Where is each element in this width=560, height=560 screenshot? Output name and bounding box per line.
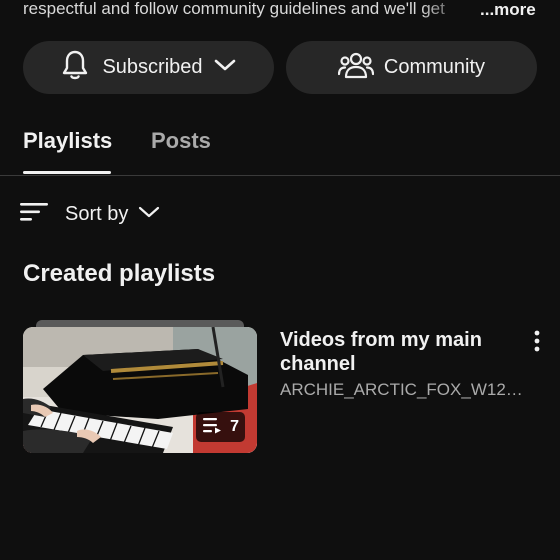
active-tab-indicator	[23, 171, 111, 174]
channel-tabs: Playlists Posts	[0, 118, 560, 176]
chevron-down-icon	[138, 205, 160, 224]
sort-by-label: Sort by	[65, 202, 129, 225]
subscribed-button[interactable]: Subscribed	[23, 41, 274, 94]
playlist-thumbnail[interactable]: 7	[23, 327, 257, 453]
bell-icon	[60, 49, 90, 87]
video-count-badge: 7	[196, 412, 245, 442]
playlist-icon	[202, 416, 224, 439]
people-icon	[337, 50, 375, 86]
playlist-item[interactable]: 7 Videos from my main channel ARCHIE_ARC…	[23, 318, 560, 458]
community-button[interactable]: Community	[286, 41, 537, 94]
channel-description[interactable]: respectful and follow community guidelin…	[0, 0, 560, 22]
sort-icon	[18, 200, 50, 229]
playlist-title[interactable]: Videos from my main channel	[280, 328, 510, 376]
playlist-channel: ARCHIE_ARCTIC_FOX_W126 · ...	[280, 380, 525, 399]
chevron-down-icon	[213, 56, 237, 79]
sort-by-button[interactable]: Sort by	[18, 196, 160, 232]
tab-posts[interactable]: Posts	[151, 128, 211, 154]
more-link[interactable]: ...more	[470, 0, 552, 22]
tab-playlists[interactable]: Playlists	[23, 128, 112, 154]
more-vert-icon[interactable]	[526, 326, 548, 356]
video-count: 7	[230, 418, 239, 435]
description-text: respectful and follow community guidelin…	[23, 0, 445, 18]
community-label: Community	[383, 56, 486, 78]
section-title: Created playlists	[23, 260, 216, 287]
subscribed-label: Subscribed	[102, 56, 203, 78]
